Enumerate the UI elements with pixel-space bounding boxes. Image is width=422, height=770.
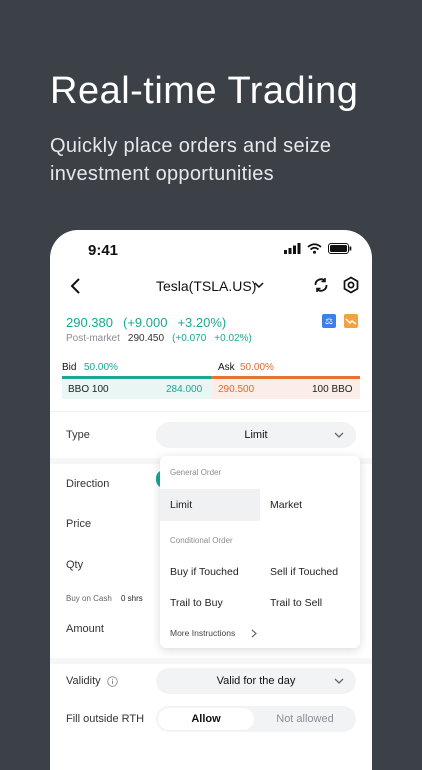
bid-price: 284.000 — [166, 384, 203, 395]
back-icon[interactable] — [66, 276, 86, 296]
price-label: Price — [66, 518, 92, 530]
buy-on-cash-label: Buy on Cash — [66, 594, 112, 603]
balance-scale-icon[interactable]: ⚖ — [322, 314, 336, 328]
bid-percent: 50.00% — [84, 362, 118, 373]
chart-trend-icon[interactable] — [344, 314, 358, 328]
status-bar: 9:41 — [50, 230, 372, 270]
general-order-header: General Order — [170, 468, 222, 477]
phone-screen: 9:41 Tesla(TSLA.US) 290.380 (+9.000 +3.2… — [50, 230, 372, 770]
bid-ask-row: BBO 100 284.000 290.500 100 BBO — [62, 379, 360, 399]
post-market-change: (+0.070 — [172, 333, 207, 344]
more-instructions-link[interactable]: More Instructions — [170, 628, 235, 638]
quote-post-market: Post-market 290.450 (+0.070 +0.02%) — [66, 333, 252, 344]
chevron-down-icon — [334, 678, 344, 684]
order-type-value: Limit — [244, 429, 268, 441]
fill-outside-rth-label: Fill outside RTH — [66, 713, 145, 725]
ask-percent: 50.00% — [240, 362, 274, 373]
conditional-order-header: Conditional Order — [170, 536, 233, 545]
qty-label: Qty — [66, 559, 84, 571]
fill-allow-option[interactable]: Allow — [158, 708, 254, 730]
ask-label: Ask — [218, 362, 235, 373]
order-type-dropdown: General Order Limit Market Conditional O… — [160, 456, 360, 648]
amount-label: Amount — [66, 623, 104, 635]
buy-on-cash-value: 0 shrs — [121, 594, 143, 603]
bid-ask-panel: Bid 50.00% Ask 50.00% BBO 100 284.000 29… — [62, 360, 360, 399]
validity-label: Validity — [66, 675, 101, 687]
hero-title: Real-time Trading — [50, 70, 359, 112]
chevron-down-icon[interactable] — [254, 280, 264, 290]
fill-outside-rth-toggle[interactable]: Allow Not allowed — [156, 706, 356, 732]
stock-title[interactable]: Tesla(TSLA.US) — [156, 278, 256, 294]
settings-icon[interactable] — [342, 276, 360, 294]
fill-not-allowed-option[interactable]: Not allowed — [256, 708, 354, 730]
price-change: (+9.000 — [123, 315, 168, 330]
option-market[interactable]: Market — [270, 499, 302, 511]
bid-label: Bid — [62, 362, 77, 373]
last-price: 290.380 — [66, 315, 113, 330]
validity-value: Valid for the day — [216, 675, 296, 687]
option-trail-to-sell[interactable]: Trail to Sell — [270, 597, 322, 609]
nav-bar: Tesla(TSLA.US) — [50, 272, 372, 302]
refresh-icon[interactable] — [312, 276, 330, 294]
section-gap — [50, 658, 372, 664]
option-limit[interactable]: Limit — [170, 499, 192, 511]
post-market-price: 290.450 — [127, 333, 165, 344]
ask-price: 290.500 — [218, 384, 255, 395]
option-trail-to-buy[interactable]: Trail to Buy — [170, 597, 223, 609]
battery-icon — [328, 243, 352, 254]
post-market-pct: +0.02%) — [214, 333, 252, 344]
ask-bbo: 100 BBO — [312, 384, 353, 395]
wifi-icon — [307, 243, 322, 254]
chevron-down-icon — [334, 432, 344, 438]
option-sell-if-touched[interactable]: Sell if Touched — [270, 566, 338, 578]
quote-main: 290.380 (+9.000 +3.20%) — [66, 315, 226, 330]
divider — [50, 411, 372, 412]
bid-bbo: BBO 100 — [68, 384, 109, 395]
status-time: 9:41 — [88, 242, 119, 259]
order-type-select[interactable]: Limit — [156, 422, 356, 448]
validity-select[interactable]: Valid for the day — [156, 668, 356, 694]
post-market-label: Post-market — [66, 333, 120, 344]
option-buy-if-touched[interactable]: Buy if Touched — [170, 566, 239, 578]
chevron-right-icon[interactable] — [250, 629, 258, 638]
info-icon[interactable] — [107, 676, 118, 687]
type-label: Type — [66, 429, 90, 441]
hero-subtitle: Quickly place orders and seize investmen… — [50, 135, 332, 185]
direction-label: Direction — [66, 478, 110, 490]
price-change-pct: +3.20%) — [177, 315, 227, 330]
cellular-signal-icon — [284, 243, 301, 254]
